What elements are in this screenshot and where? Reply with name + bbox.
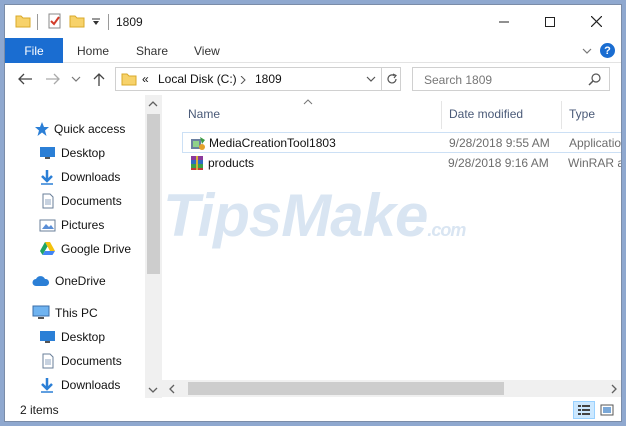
file-list-scrollbar[interactable] — [162, 380, 621, 397]
help-button[interactable]: ? — [600, 43, 615, 58]
details-view-button[interactable] — [573, 401, 595, 419]
nav-label: Desktop — [61, 330, 106, 344]
item-count: 2 items — [20, 403, 59, 417]
explorer-window: 1809 File Home Share View ? « Local Disk… — [4, 4, 622, 422]
tab-home[interactable]: Home — [77, 44, 109, 58]
google-drive-icon — [40, 242, 55, 255]
folder-icon — [15, 15, 31, 28]
tab-share[interactable]: Share — [136, 44, 168, 58]
file-name: MediaCreationTool1803 — [209, 136, 336, 150]
column-divider[interactable] — [441, 101, 442, 129]
watermark-text: TipsMake — [163, 182, 428, 249]
navigation-pane: Quick access Desktop 📌 Downloads 📌 Docum… — [5, 95, 177, 398]
file-type: WinRAR ar — [568, 156, 621, 170]
tab-file[interactable]: File — [5, 38, 63, 63]
pictures-icon — [39, 219, 56, 232]
tab-view[interactable]: View — [194, 44, 220, 58]
breadcrumb-local-disk[interactable]: Local Disk (C:) — [158, 72, 237, 86]
close-icon — [590, 16, 602, 27]
nav-label: This PC — [55, 306, 98, 320]
column-header-date[interactable]: Date modified — [449, 107, 523, 121]
nav-label: Documents — [61, 354, 122, 368]
file-date: 9/28/2018 9:16 AM — [448, 156, 549, 170]
title-bar: 1809 — [5, 5, 621, 38]
details-view-icon — [578, 405, 590, 415]
column-header-type[interactable]: Type — [569, 107, 595, 121]
new-folder-icon[interactable] — [69, 13, 85, 29]
customize-toolbar-icon[interactable] — [91, 18, 101, 26]
address-bar[interactable]: « Local Disk (C:) 1809 — [115, 67, 401, 91]
scroll-right-icon[interactable] — [611, 384, 617, 394]
onedrive-cloud-icon — [32, 276, 50, 286]
up-arrow-icon[interactable] — [93, 72, 105, 86]
watermark: TipsMake.com — [163, 181, 466, 250]
file-type: Applicatio — [569, 136, 622, 150]
download-icon — [41, 170, 53, 185]
documents-icon — [42, 353, 54, 369]
nav-label: Quick access — [54, 122, 126, 136]
address-dropdown-button[interactable] — [361, 67, 381, 91]
nav-label: Downloads — [61, 170, 121, 184]
status-bar: 2 items — [5, 398, 621, 421]
nav-label: Google Drive — [61, 242, 132, 256]
breadcrumb-overflow[interactable]: « — [142, 72, 149, 86]
expand-ribbon-icon[interactable] — [581, 45, 593, 57]
desktop-icon — [40, 147, 55, 159]
back-arrow-icon[interactable] — [17, 73, 33, 85]
chevron-right-icon[interactable] — [240, 76, 246, 84]
scroll-left-icon[interactable] — [169, 384, 175, 394]
nav-label: Desktop — [61, 146, 106, 160]
close-button[interactable] — [573, 5, 619, 38]
large-icons-view-button[interactable] — [596, 401, 618, 419]
media-creation-tool-icon — [191, 137, 205, 150]
nav-label: OneDrive — [55, 274, 106, 288]
nav-pane-scrollbar[interactable] — [145, 95, 162, 398]
refresh-icon — [386, 73, 397, 84]
search-icon[interactable] — [588, 73, 601, 86]
minimize-button[interactable] — [481, 5, 527, 38]
nav-label: Downloads — [61, 378, 121, 392]
separator — [37, 14, 38, 30]
separator — [108, 14, 109, 30]
breadcrumb-1809[interactable]: 1809 — [255, 72, 282, 86]
documents-icon — [42, 193, 54, 209]
column-divider[interactable] — [561, 101, 562, 129]
scroll-down-icon[interactable] — [148, 387, 158, 393]
large-icons-view-icon — [600, 404, 614, 416]
maximize-icon — [545, 16, 555, 27]
desktop-icon — [40, 331, 55, 343]
search-input[interactable]: Search 1809 — [412, 67, 610, 91]
folder-icon — [121, 73, 137, 86]
nav-label: Pictures — [61, 218, 105, 232]
window-title: 1809 — [116, 15, 143, 29]
sort-ascending-icon — [303, 99, 313, 105]
file-date: 9/28/2018 9:55 AM — [449, 136, 550, 150]
winrar-archive-icon — [191, 156, 203, 170]
watermark-suffix: .com — [427, 220, 466, 240]
ribbon: File Home Share View ? — [5, 38, 621, 63]
column-header-name[interactable]: Name — [188, 107, 220, 121]
file-row[interactable]: products 9/28/2018 9:16 AM WinRAR ar — [182, 153, 621, 174]
computer-icon — [32, 305, 50, 319]
minimize-icon — [499, 21, 509, 22]
nav-label: Documents — [61, 194, 122, 208]
scrollbar-thumb[interactable] — [188, 382, 504, 395]
scroll-up-icon[interactable] — [148, 101, 158, 107]
navigation-bar: « Local Disk (C:) 1809 Search 1809 — [5, 63, 621, 95]
star-icon — [35, 122, 49, 136]
file-name: products — [208, 156, 255, 170]
refresh-button[interactable] — [381, 67, 401, 91]
scrollbar-thumb[interactable] — [147, 114, 160, 274]
search-placeholder: Search 1809 — [424, 73, 493, 87]
recent-locations-icon[interactable] — [71, 75, 81, 83]
download-icon — [41, 378, 53, 393]
file-row[interactable]: MediaCreationTool1803 9/28/2018 9:55 AM … — [182, 132, 622, 153]
properties-icon[interactable] — [47, 13, 63, 29]
forward-arrow-icon[interactable] — [45, 73, 61, 85]
chevron-down-icon — [366, 76, 376, 82]
maximize-button[interactable] — [527, 5, 573, 38]
